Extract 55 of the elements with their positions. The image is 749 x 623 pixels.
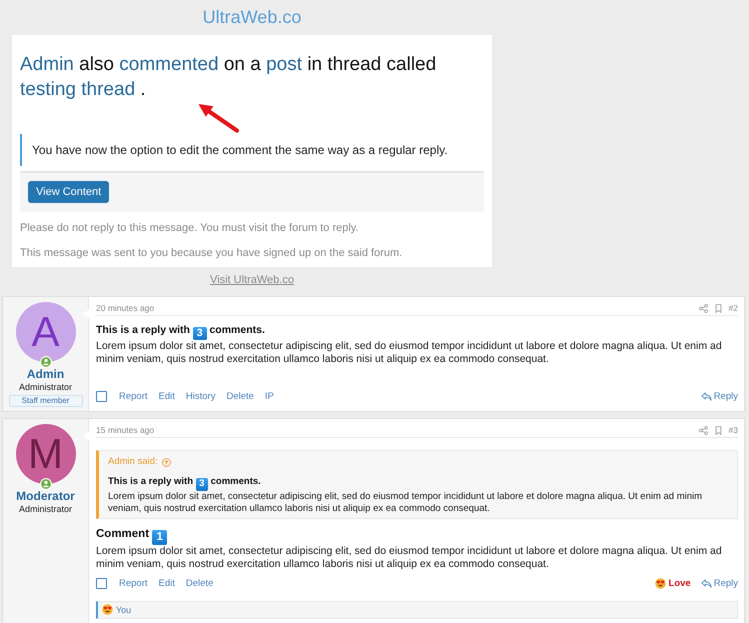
user-avatar: A (16, 302, 76, 362)
note-quote: You have now the option to edit the comment the same way as a regular reply. (20, 134, 484, 166)
action-link[interactable]: History (186, 390, 216, 402)
reply-link[interactable]: Reply (700, 578, 738, 590)
post-text: Lorem ipsum dolor sit amet, consectetur adipiscing elit, sed do eiusmod tempor incididunt ut labore et dolore magna aliqua. Ut enim ad minim veniam, quis nostrud exercitation ullamco laboris nisi ut aliquip ex ea commodo consequat. (96, 544, 723, 571)
username-link[interactable]: Admin (26, 368, 64, 381)
reaction-link[interactable]: Love (654, 578, 691, 590)
post-time: 15 minutes ago (96, 425, 154, 435)
online-status-icon (40, 356, 52, 368)
action-link[interactable]: Delete (186, 578, 214, 590)
share-icon[interactable] (698, 426, 708, 434)
view-content-button[interactable]: View Content (28, 181, 110, 203)
footer-note: Please do not reply to this message. You must visit the forum to reply. (20, 221, 360, 235)
action-link[interactable]: IP (264, 390, 274, 402)
reply-icon (700, 392, 712, 400)
select-checkbox[interactable] (96, 578, 107, 590)
site-title: UltraWeb.co (202, 6, 302, 29)
notification-headline: Admin also commented on a post in thread called testing thread . (20, 53, 438, 102)
action-link[interactable]: Delete (226, 390, 254, 402)
staff-badge: Staff member (8, 395, 82, 407)
user-avatar: M (16, 424, 76, 484)
circle-up-arrow-icon[interactable] (162, 458, 171, 466)
heart-eyes-emoji-icon (102, 604, 113, 616)
headline-link[interactable]: post (266, 54, 302, 75)
action-link[interactable]: Report (119, 390, 148, 402)
quote-title: This is a reply with 3 comments. (108, 476, 262, 491)
headline-link[interactable]: Admin (20, 54, 74, 75)
reply-icon (700, 579, 712, 588)
bookmark-icon[interactable] (714, 304, 723, 312)
headline-link[interactable]: testing thread (20, 79, 136, 100)
reactions-link[interactable]: You (102, 604, 132, 616)
post-time: 20 minutes ago (96, 303, 154, 313)
post-text: Lorem ipsum dolor sit amet, consectetur adipiscing elit, sed do eiusmod tempor incididunt ut labore et dolore magna aliqua. Ut enim ad minim veniam, quis nostrud exercitation ullamco laboris nisi ut aliquip ex ea commodo consequat. (96, 340, 723, 366)
action-link[interactable]: Edit (158, 578, 175, 590)
post-number-link[interactable]: #2 (728, 303, 738, 313)
username-link[interactable]: Moderator (16, 490, 75, 503)
footer-note: This message was sent to you because you have signed up on the said forum. (20, 246, 404, 260)
quote-text: Lorem ipsum dolor sit amet, consectetur adipiscing elit, sed do eiusmod tempor incididunt ut labore et dolore magna aliqua. Ut enim ad minim veniam, quis nostrud exercitation ullamco laboris nisi ut aliquip ex ea commodo consequat. (108, 490, 704, 515)
post-title: This is a reply with 3 comments. (96, 323, 266, 340)
post-title: Comment 1 (96, 526, 738, 545)
bookmark-icon[interactable] (714, 426, 723, 434)
post-number-link[interactable]: #3 (728, 425, 738, 435)
action-link[interactable]: Report (119, 578, 148, 590)
reply-link[interactable]: Reply (700, 390, 738, 402)
heart-eyes-emoji-icon (654, 578, 666, 590)
user-role: Administrator (18, 504, 72, 515)
share-icon[interactable] (698, 304, 708, 312)
select-checkbox[interactable] (96, 390, 107, 402)
visit-site-link[interactable]: Visit UltraWeb.co (210, 274, 294, 286)
action-link[interactable]: Edit (158, 390, 175, 402)
headline-link[interactable]: commented (119, 54, 219, 75)
annotation-arrow (197, 103, 240, 133)
quote-author-link[interactable]: Admin said: (108, 455, 158, 469)
online-status-icon (40, 478, 52, 490)
user-role: Administrator (18, 382, 72, 393)
